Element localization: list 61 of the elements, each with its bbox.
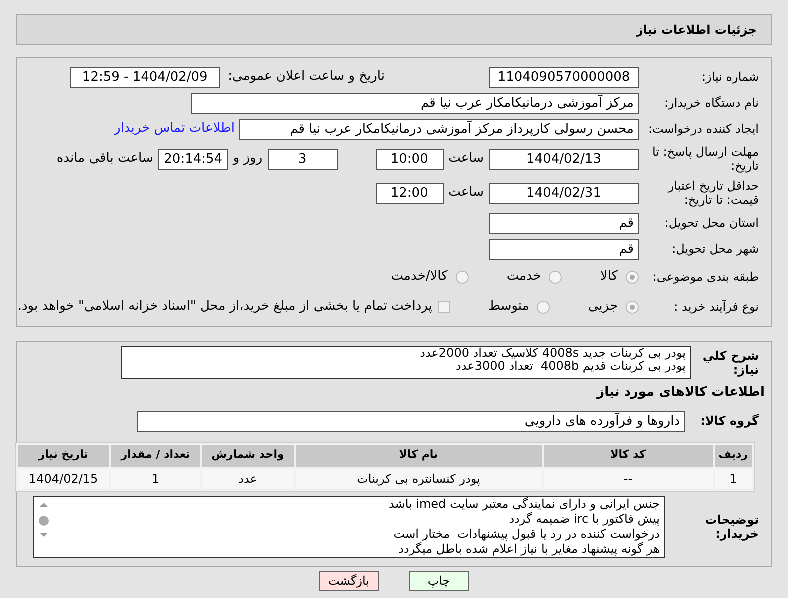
notes-field: جنس ایرانی و دارای نمایندگی معتبر سایت imed باشد پیش فاکتور با irc ضمیمه گردد درخواست کننده در رد یا قبول پیشنهادات مختار است هر گونه پیشنهاد مغایر با نیاز اعلام شده باطل میگردد: [33, 496, 665, 558]
table-cell: عدد: [202, 468, 294, 488]
table-cell: --: [544, 468, 713, 488]
column-header: تاریخ نیاز: [18, 444, 110, 466]
column-header: واحد شمارش: [202, 444, 294, 466]
section-heading: اطلاعات کالاهای مورد نیاز: [596, 384, 766, 402]
field-label: حداقل تاریخ اعتبار قیمت: تا تاریخ:: [668, 179, 759, 207]
radio-label: کالا/خدمت: [391, 268, 448, 286]
announce-date-field: 1404/02/09 - 12:59: [70, 66, 220, 88]
radio-button[interactable]: [549, 270, 562, 284]
radio-label: متوسط: [488, 298, 530, 316]
radio-button[interactable]: [626, 300, 639, 314]
table-cell: 1404/02/15: [18, 468, 110, 488]
field-label: طبقه بندی موضوعی:: [652, 270, 759, 284]
radio-button[interactable]: [456, 270, 469, 284]
province-field: قم: [489, 212, 639, 234]
radio-button[interactable]: [537, 300, 550, 314]
buyer-field: مرکز آموزشی درمانیکامکار عرب نیا قم: [191, 92, 639, 114]
field-label: شماره نیاز:: [702, 70, 759, 84]
radio-label: جزیی: [588, 298, 618, 316]
column-header: نام کالا: [296, 444, 542, 466]
description-field: پودر بی کربنات جدید 4008s کلاسیک تعداد 2000عدد پودر بی کربنات قدیم 4008b تعداد 3000عدد: [121, 346, 691, 379]
field-label: روز و: [233, 150, 263, 168]
validity-date-field: 1404/02/31: [489, 182, 639, 204]
field-label: نام دستگاه خریدار:: [664, 96, 759, 110]
radio-button[interactable]: [626, 270, 639, 284]
days-field: 3: [268, 148, 338, 170]
deadline-time-field: 10:00: [376, 148, 444, 170]
creator-field: محسن رسولی کارپرداز مرکز آموزشی درمانیکامکار عرب نیا قم: [239, 118, 639, 140]
column-header: کد کالا: [544, 444, 713, 466]
page-title: جزئیات اطلاعات نیاز: [636, 22, 757, 38]
city-field: قم: [489, 238, 639, 260]
print-button[interactable]: چاپ: [409, 570, 469, 590]
field-label: استان محل تحویل:: [664, 216, 759, 230]
field-label: ساعت: [448, 150, 484, 168]
field-label: گروه کالا:: [700, 414, 759, 428]
remaining-time-field: 20:14:54: [158, 148, 228, 170]
back-button[interactable]: بازگشت: [319, 570, 379, 590]
table-cell: پودر کنسانتره بی کربنات: [296, 468, 542, 488]
payment-note: پرداخت تمام یا بخشی از مبلغ خرید،از محل "اسناد خزانه اسلامی" خواهد بود.: [18, 298, 432, 316]
validity-time-field: 12:00: [376, 182, 444, 204]
field-label: نوع فرآیند خرید :: [674, 300, 759, 314]
radio-label: کالا: [600, 268, 618, 286]
contact-link[interactable]: اطلاعات تماس خریدار: [114, 119, 235, 139]
field-label: ساعت باقی مانده: [56, 150, 154, 168]
field-label: تاریخ و ساعت اعلان عمومی:: [228, 68, 385, 86]
field-label: شرح کلي نیاز:: [702, 348, 759, 376]
column-header: ردیف: [714, 444, 752, 466]
table-cell: 1: [111, 468, 200, 488]
field-label: ایجاد کننده درخواست:: [648, 122, 759, 136]
radio-label: خدمت: [506, 268, 542, 286]
checkbox[interactable]: [438, 301, 450, 313]
goods-group-field: داروها و فرآورده های دارویی: [137, 410, 685, 432]
need-number-field: 1104090570000008: [489, 66, 639, 88]
field-label: مهلت ارسال پاسخ: تا تاریخ:: [652, 145, 759, 173]
field-label: توضیحات خریدار:: [705, 512, 759, 540]
deadline-date-field: 1404/02/13: [489, 148, 639, 170]
table-cell: 1: [714, 468, 752, 488]
field-label: ساعت: [448, 184, 484, 202]
column-header: تعداد / مقدار: [111, 444, 200, 466]
field-label: شهر محل تحویل:: [672, 242, 759, 256]
